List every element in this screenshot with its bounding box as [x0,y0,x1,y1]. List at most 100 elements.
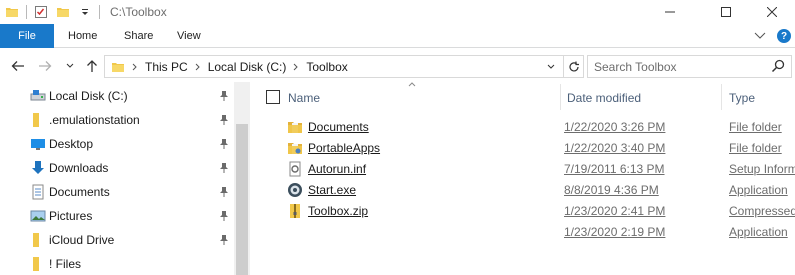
sidebar-item-desktop[interactable]: Desktop [0,132,234,156]
breadcrumb-toolbox[interactable]: Toolbox [306,60,347,74]
quick-access-toolbar [0,0,106,24]
title-bar: C:\Toolbox [0,0,795,24]
tab-home[interactable]: Home [68,24,97,48]
new-folder-icon[interactable] [55,4,71,20]
folder-icon [287,119,303,135]
up-button[interactable] [83,56,101,76]
file-row[interactable]: Documents 1/22/2020 3:26 PM File folder [251,117,795,138]
sidebar-item-pictures[interactable]: Pictures [0,204,234,228]
refresh-button[interactable] [563,56,583,77]
sidebar-item-downloads[interactable]: Downloads [0,156,234,180]
chevron-right-icon[interactable] [293,63,299,71]
file-type: Setup Inform [729,162,795,176]
scrollbar-thumb[interactable] [236,124,248,275]
column-divider[interactable] [721,84,722,110]
file-type: Application [729,225,788,239]
breadcrumb-local-disk[interactable]: Local Disk (C:) [208,60,287,74]
pictures-icon [30,208,46,224]
sidebar-item-label: Documents [49,185,110,199]
column-header-name[interactable]: Name [288,91,320,105]
back-arrow-icon [11,61,24,71]
toolbar-separator [99,5,100,19]
drive-icon [30,88,46,104]
file-type: File folder [729,120,782,134]
file-row[interactable]: Autorun.inf 7/19/2011 6:13 PM Setup Info… [251,159,795,180]
search-input[interactable] [594,59,764,74]
customize-toolbar-icon[interactable] [77,4,93,20]
pin-icon[interactable] [219,234,229,246]
tab-view[interactable]: View [177,24,201,48]
address-bar[interactable]: This PC Local Disk (C:) Toolbox [104,55,584,78]
close-button[interactable] [749,0,795,24]
file-row[interactable]: PortableApps 1/22/2020 3:40 PM File fold… [251,138,795,159]
breadcrumb-this-pc[interactable]: This PC [145,60,188,74]
downloads-icon [30,160,46,176]
properties-icon[interactable] [33,4,49,20]
column-header-date[interactable]: Date modified [567,91,641,105]
file-type: Application [729,183,788,197]
close-icon [767,7,777,17]
help-button[interactable]: ? [777,29,791,43]
folder-icon[interactable] [4,4,20,20]
chevron-right-icon[interactable] [132,63,138,71]
tab-file[interactable]: File [0,24,54,48]
file-date: 1/23/2020 2:19 PM [564,225,666,239]
pin-icon[interactable] [219,162,229,174]
pin-icon[interactable] [219,138,229,150]
search-box[interactable] [587,55,792,78]
forward-button[interactable] [36,56,54,76]
tab-share[interactable]: Share [124,24,153,48]
file-type: Compressed [729,204,795,218]
chevron-right-icon[interactable] [195,63,201,71]
navigation-scrollbar[interactable] [234,82,250,275]
toolbar-separator [26,5,27,19]
setup-file-icon [287,161,303,177]
navigation-bar: This PC Local Disk (C:) Toolbox [0,52,795,80]
chevron-down-icon [754,32,766,39]
file-name: Autorun.inf [308,162,367,176]
folder-icon [30,112,46,128]
file-name: Start.exe [308,183,357,197]
sidebar-item-emulationstation[interactable]: .emulationstation [0,108,234,132]
sidebar-item-label: Desktop [49,137,94,151]
pin-icon[interactable] [219,186,229,198]
address-history-button[interactable] [541,56,561,77]
sidebar-item-files[interactable]: ! Files [0,252,234,275]
file-row[interactable]: Toolbox.zip 1/23/2020 2:41 PM Compressed [251,201,795,222]
file-date: 1/22/2020 3:26 PM [564,120,666,134]
pin-icon[interactable] [219,210,229,222]
minimize-button[interactable] [647,0,693,24]
folder-icon [30,256,46,272]
pin-icon[interactable] [219,90,229,102]
file-name: Toolbox.zip [308,204,369,218]
minimize-icon [665,11,675,13]
maximize-button[interactable] [703,0,749,24]
sort-ascending-icon [408,82,416,87]
file-row[interactable]: Start.exe 8/8/2019 4:36 PM Application [251,180,795,201]
sidebar-item-icloud-drive[interactable]: iCloud Drive [0,228,234,252]
pin-icon[interactable] [219,114,229,126]
search-icon[interactable] [771,59,785,73]
file-name: Documents [308,120,369,134]
chevron-down-icon [547,64,555,69]
folder-icon [30,232,46,248]
file-row[interactable]: 1/23/2020 2:19 PM Application [251,222,795,243]
file-date: 8/8/2019 4:36 PM [564,183,659,197]
forward-arrow-icon [39,61,52,71]
file-name: PortableApps [308,141,381,155]
app-icon [287,182,303,198]
recent-locations-button[interactable] [61,56,79,76]
file-date: 1/22/2020 3:40 PM [564,141,666,155]
sidebar-item-label: Pictures [49,209,93,223]
column-divider[interactable] [560,84,561,110]
expand-ribbon-button[interactable] [752,28,768,44]
column-header-type[interactable]: Type [729,91,755,105]
select-all-checkbox[interactable] [266,90,280,104]
sidebar-item-documents[interactable]: Documents [0,180,234,204]
ribbon-tabs: File Home Share View ? [0,24,795,48]
sidebar-item-local-disk[interactable]: Local Disk (C:) [0,84,234,108]
file-list: Name Date modified Type Documents 1/22/2… [251,82,795,275]
file-type: File folder [729,141,782,155]
desktop-icon [30,136,46,152]
back-button[interactable] [9,56,27,76]
